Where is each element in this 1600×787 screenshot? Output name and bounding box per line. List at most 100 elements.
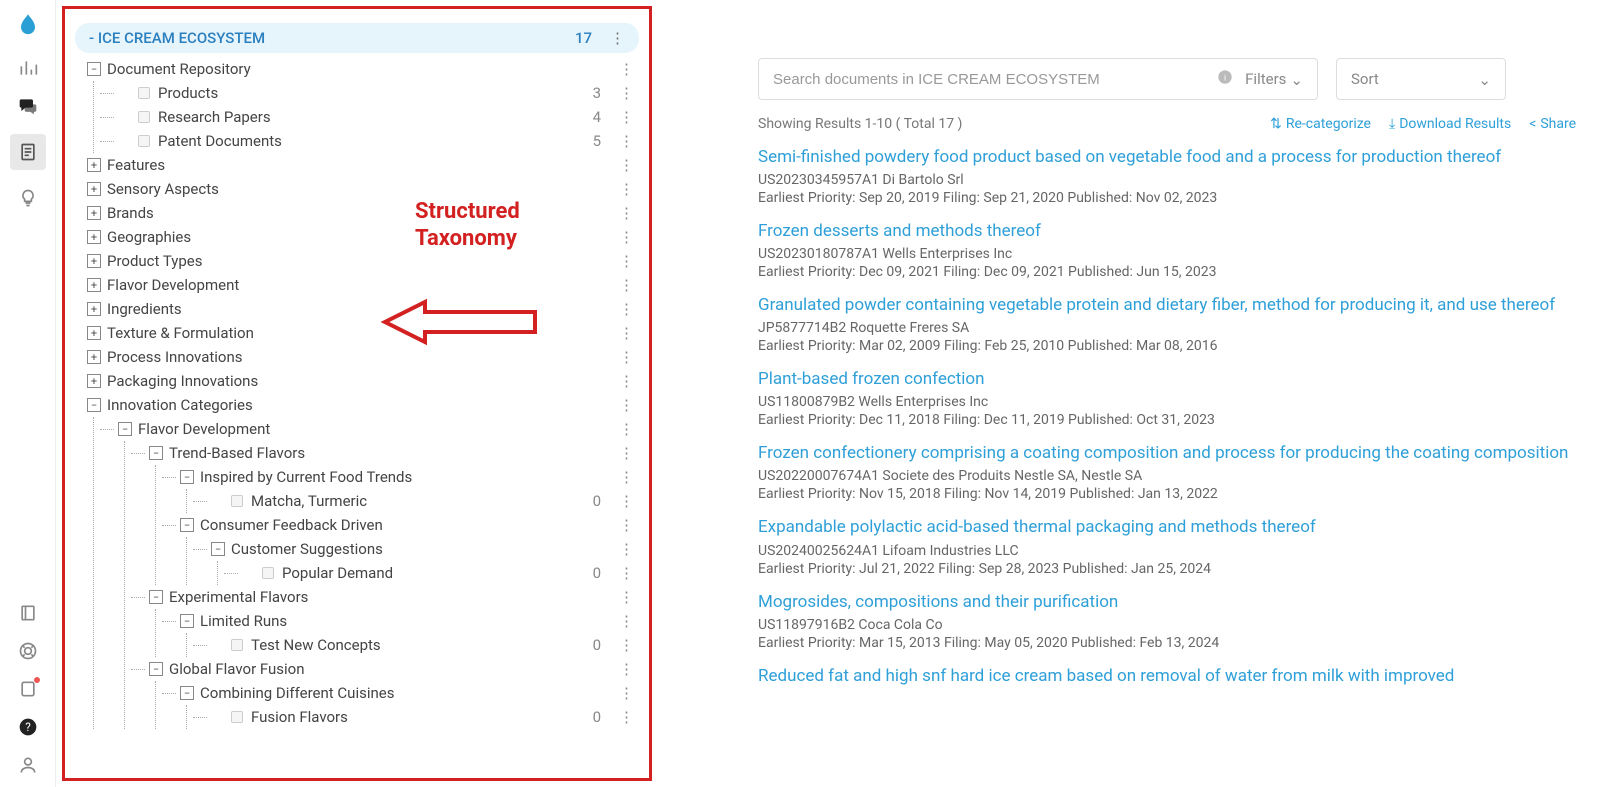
result-title[interactable]: Plant-based frozen confection bbox=[758, 368, 1576, 390]
more-icon[interactable]: ⋮ bbox=[619, 132, 631, 150]
leaf-checkbox-icon[interactable] bbox=[262, 567, 274, 579]
tree-node[interactable]: −Consumer Feedback Driven⋮ bbox=[180, 513, 639, 537]
tree-node[interactable]: −Flavor Development⋮ bbox=[118, 417, 639, 441]
expander-icon[interactable]: − bbox=[149, 446, 163, 460]
more-icon[interactable]: ⋮ bbox=[619, 420, 631, 438]
more-icon[interactable]: ⋮ bbox=[619, 540, 631, 558]
more-icon[interactable]: ⋮ bbox=[619, 516, 631, 534]
expander-icon[interactable]: − bbox=[149, 590, 163, 604]
more-icon[interactable]: ⋮ bbox=[619, 396, 631, 414]
more-icon[interactable]: ⋮ bbox=[619, 372, 631, 390]
expander-icon[interactable]: + bbox=[87, 350, 101, 364]
tree-node[interactable]: −Global Flavor Fusion⋮ bbox=[149, 657, 639, 681]
more-icon[interactable]: ⋮ bbox=[619, 180, 631, 198]
expander-icon[interactable]: + bbox=[87, 254, 101, 268]
tree-node[interactable]: −Document Repository⋮ bbox=[87, 57, 639, 81]
tree-node[interactable]: Fusion Flavors0⋮ bbox=[211, 705, 639, 729]
expander-icon[interactable]: − bbox=[180, 470, 194, 484]
more-icon[interactable]: ⋮ bbox=[610, 29, 625, 47]
lifebuoy-icon[interactable] bbox=[18, 641, 38, 661]
result-title[interactable]: Reduced fat and high snf hard ice cream … bbox=[758, 665, 1576, 687]
tree-node[interactable]: −Experimental Flavors⋮ bbox=[149, 585, 639, 609]
expander-icon[interactable]: + bbox=[87, 302, 101, 316]
expander-icon[interactable]: − bbox=[180, 518, 194, 532]
leaf-checkbox-icon[interactable] bbox=[138, 87, 150, 99]
tree-node[interactable]: −Combining Different Cuisines⋮ bbox=[180, 681, 639, 705]
download-button[interactable]: ⤓ Download Results bbox=[1389, 116, 1511, 132]
more-icon[interactable]: ⋮ bbox=[619, 60, 631, 78]
tree-node[interactable]: −Innovation Categories⋮ bbox=[87, 393, 639, 417]
more-icon[interactable]: ⋮ bbox=[619, 708, 631, 726]
tree-node[interactable]: −Trend-Based Flavors⋮ bbox=[149, 441, 639, 465]
leaf-checkbox-icon[interactable] bbox=[138, 111, 150, 123]
tree-node[interactable]: +Features⋮ bbox=[87, 153, 639, 177]
more-icon[interactable]: ⋮ bbox=[619, 204, 631, 222]
more-icon[interactable]: ⋮ bbox=[619, 108, 631, 126]
tree-node[interactable]: +Brands⋮ bbox=[87, 201, 639, 225]
more-icon[interactable]: ⋮ bbox=[619, 660, 631, 678]
tree-node[interactable]: Research Papers4⋮ bbox=[118, 105, 639, 129]
recategorize-button[interactable]: ⇅ Re-categorize bbox=[1270, 116, 1371, 132]
more-icon[interactable]: ⋮ bbox=[619, 324, 631, 342]
result-title[interactable]: Frozen desserts and methods thereof bbox=[758, 220, 1576, 242]
result-title[interactable]: Frozen confectionery comprising a coatin… bbox=[758, 442, 1576, 464]
chart-icon[interactable] bbox=[18, 58, 38, 78]
tree-node[interactable]: +Ingredients⋮ bbox=[87, 297, 639, 321]
tree-node[interactable]: +Geographies⋮ bbox=[87, 225, 639, 249]
result-title[interactable]: Expandable polylactic acid-based thermal… bbox=[758, 516, 1576, 538]
more-icon[interactable]: ⋮ bbox=[619, 636, 631, 654]
tree-node[interactable]: Matcha, Turmeric0⋮ bbox=[211, 489, 639, 513]
help-icon[interactable]: ? bbox=[18, 717, 38, 737]
tree-root[interactable]: - ICE CREAM ECOSYSTEM 17 ⋮ bbox=[75, 23, 639, 53]
expander-icon[interactable]: + bbox=[87, 230, 101, 244]
more-icon[interactable]: ⋮ bbox=[619, 564, 631, 582]
more-icon[interactable]: ⋮ bbox=[619, 252, 631, 270]
book-icon[interactable] bbox=[18, 603, 38, 623]
tree-node[interactable]: −Limited Runs⋮ bbox=[180, 609, 639, 633]
document-icon[interactable] bbox=[10, 134, 46, 170]
more-icon[interactable]: ⋮ bbox=[619, 588, 631, 606]
tree-node[interactable]: +Product Types⋮ bbox=[87, 249, 639, 273]
tree-node[interactable]: +Process Innovations⋮ bbox=[87, 345, 639, 369]
tree-node[interactable]: Patent Documents5⋮ bbox=[118, 129, 639, 153]
tree-node[interactable]: Test New Concepts0⋮ bbox=[211, 633, 639, 657]
sort-dropdown[interactable]: Sort ⌄ bbox=[1336, 58, 1506, 100]
expander-icon[interactable]: − bbox=[180, 614, 194, 628]
filters-button[interactable]: Filters ⌄ bbox=[1245, 70, 1303, 88]
more-icon[interactable]: ⋮ bbox=[619, 612, 631, 630]
more-icon[interactable]: ⋮ bbox=[619, 444, 631, 462]
expander-icon[interactable]: − bbox=[211, 542, 225, 556]
notification-icon[interactable] bbox=[18, 679, 38, 699]
more-icon[interactable]: ⋮ bbox=[619, 468, 631, 486]
result-title[interactable]: Semi-finished powdery food product based… bbox=[758, 146, 1576, 168]
tree-node[interactable]: −Inspired by Current Food Trends⋮ bbox=[180, 465, 639, 489]
expander-icon[interactable]: + bbox=[87, 278, 101, 292]
expander-icon[interactable]: + bbox=[87, 374, 101, 388]
leaf-checkbox-icon[interactable] bbox=[231, 711, 243, 723]
info-icon[interactable]: i bbox=[1217, 69, 1233, 89]
expander-icon[interactable]: − bbox=[118, 422, 132, 436]
expander-icon[interactable]: − bbox=[180, 686, 194, 700]
expander-icon[interactable]: − bbox=[149, 662, 163, 676]
more-icon[interactable]: ⋮ bbox=[619, 348, 631, 366]
user-icon[interactable] bbox=[18, 755, 38, 775]
tree-node[interactable]: +Flavor Development⋮ bbox=[87, 273, 639, 297]
more-icon[interactable]: ⋮ bbox=[619, 276, 631, 294]
lightbulb-icon[interactable] bbox=[18, 188, 38, 208]
tree-node[interactable]: −Customer Suggestions⋮ bbox=[211, 537, 639, 561]
tree-node[interactable]: +Texture & Formulation⋮ bbox=[87, 321, 639, 345]
result-title[interactable]: Mogrosides, compositions and their purif… bbox=[758, 591, 1576, 613]
expander-icon[interactable]: + bbox=[87, 326, 101, 340]
chat-icon[interactable] bbox=[18, 96, 38, 116]
expander-icon[interactable]: − bbox=[87, 62, 101, 76]
result-title[interactable]: Granulated powder containing vegetable p… bbox=[758, 294, 1576, 316]
more-icon[interactable]: ⋮ bbox=[619, 228, 631, 246]
expander-icon[interactable]: + bbox=[87, 182, 101, 196]
tree-node[interactable]: +Sensory Aspects⋮ bbox=[87, 177, 639, 201]
leaf-checkbox-icon[interactable] bbox=[138, 135, 150, 147]
more-icon[interactable]: ⋮ bbox=[619, 156, 631, 174]
leaf-checkbox-icon[interactable] bbox=[231, 639, 243, 651]
expander-icon[interactable]: + bbox=[87, 158, 101, 172]
more-icon[interactable]: ⋮ bbox=[619, 300, 631, 318]
expander-icon[interactable]: − bbox=[87, 398, 101, 412]
